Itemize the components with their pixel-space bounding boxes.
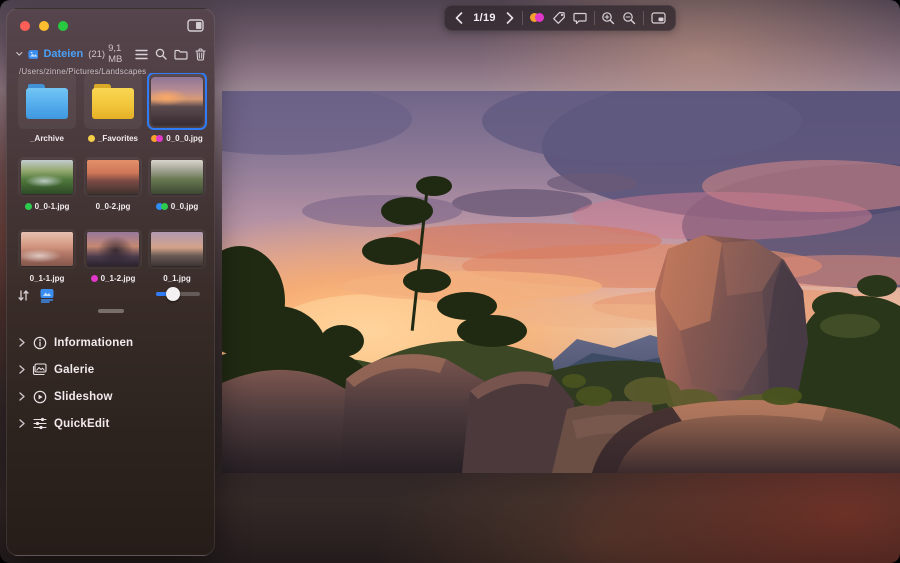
file-label: 0_1-1.jpg xyxy=(30,274,65,283)
image-thumbnail[interactable] xyxy=(84,229,142,269)
zoom-out-icon[interactable] xyxy=(622,10,636,26)
sidebar-panel: Dateien (21) 9,1 MB /Users/zinne/Picture… xyxy=(6,8,215,556)
slider-knob[interactable] xyxy=(166,287,180,301)
file-label: _Favorites xyxy=(98,134,138,143)
section-label: Galerie xyxy=(54,364,94,376)
image-thumbnail[interactable] xyxy=(18,229,76,269)
tag-dot xyxy=(91,275,98,282)
file-cell-selected[interactable]: 0_0_0.jpg xyxy=(148,73,206,144)
file-label: 0_0_0.jpg xyxy=(166,134,202,143)
thumbnail-size-slider[interactable] xyxy=(156,292,200,296)
chevron-right-icon[interactable] xyxy=(19,392,25,401)
panel-resize-handle[interactable] xyxy=(98,309,124,313)
files-header: Dateien (21) 9,1 MB xyxy=(16,46,206,62)
file-label: 0_0-2.jpg xyxy=(96,202,131,211)
section-label: Slideshow xyxy=(54,391,113,403)
file-cell[interactable]: 0_0-1.jpg xyxy=(18,157,76,212)
sidebar-sections: Informationen Galerie Slideshow QuickEdi… xyxy=(7,329,214,437)
image-thumbnail[interactable] xyxy=(148,157,206,197)
sort-icon[interactable] xyxy=(17,289,30,302)
folder-icon[interactable] xyxy=(174,49,188,60)
image-counter: 1/19 xyxy=(471,12,498,24)
file-cell[interactable]: 0_1-1.jpg xyxy=(18,229,76,283)
landscape-photo xyxy=(222,91,900,473)
sidebar-item-slideshow[interactable]: Slideshow xyxy=(7,383,214,410)
minimize-button[interactable] xyxy=(39,21,49,31)
pip-window-icon[interactable] xyxy=(651,10,666,26)
tag-dot xyxy=(88,135,95,142)
files-count: (21) xyxy=(88,49,105,60)
traffic-lights xyxy=(20,21,68,31)
files-size: 9,1 MB xyxy=(108,43,130,65)
color-tags-icon[interactable] xyxy=(530,10,545,26)
sidebar-item-galerie[interactable]: Galerie xyxy=(7,356,214,383)
zoom-in-icon[interactable] xyxy=(601,10,615,26)
slideshow-icon xyxy=(32,390,47,404)
gallery-icon xyxy=(32,363,47,376)
image-thumbnail[interactable] xyxy=(84,157,142,197)
comment-icon[interactable] xyxy=(573,10,587,26)
tag-dot xyxy=(25,203,32,210)
folder-thumbnail[interactable] xyxy=(84,73,142,129)
previous-image-button[interactable] xyxy=(454,10,464,26)
chevron-right-icon[interactable] xyxy=(19,338,25,347)
tag-dot xyxy=(161,203,168,210)
chevron-down-icon[interactable] xyxy=(16,51,23,57)
photo-canvas[interactable] xyxy=(222,91,900,473)
file-label: 0_1-2.jpg xyxy=(101,274,136,283)
sidebar-item-informationen[interactable]: Informationen xyxy=(7,329,214,356)
section-label: Informationen xyxy=(54,337,133,349)
tag-icon[interactable] xyxy=(552,10,566,26)
file-grid: _Archive _Favorites 0_0_0.jpg xyxy=(17,73,209,283)
toolbar-divider xyxy=(594,11,595,25)
list-icon[interactable] xyxy=(135,49,148,60)
zoom-button[interactable] xyxy=(58,21,68,31)
file-label: _Archive xyxy=(30,134,64,143)
files-controls xyxy=(17,285,204,305)
close-button[interactable] xyxy=(20,21,30,31)
info-icon xyxy=(32,336,47,350)
file-cell[interactable]: 0_0.jpg xyxy=(148,157,206,212)
file-cell[interactable]: _Archive xyxy=(18,73,76,144)
trash-icon[interactable] xyxy=(195,48,206,61)
files-title[interactable]: Dateien xyxy=(43,48,83,60)
file-label: 0_1.jpg xyxy=(163,274,191,283)
file-cell[interactable]: 0_0-2.jpg xyxy=(84,157,142,212)
app-window: 1/19 xyxy=(0,0,900,563)
folder-thumbnail[interactable] xyxy=(18,73,76,129)
sidebar-toggle-icon[interactable] xyxy=(186,18,204,33)
sidebar-item-quickedit[interactable]: QuickEdit xyxy=(7,410,214,437)
image-thumbnail[interactable] xyxy=(148,73,206,129)
toolbar-divider xyxy=(643,11,644,25)
floating-toolbar: 1/19 xyxy=(444,5,676,31)
magenta-tag-dot xyxy=(535,13,544,22)
file-label: 0_0-1.jpg xyxy=(35,202,70,211)
section-label: QuickEdit xyxy=(54,418,109,430)
file-cell[interactable]: _Favorites xyxy=(84,73,142,144)
files-app-icon xyxy=(28,48,39,61)
chevron-right-icon[interactable] xyxy=(19,419,25,428)
toolbar-divider xyxy=(522,11,523,25)
tag-dot xyxy=(156,135,163,142)
search-icon[interactable] xyxy=(155,48,167,60)
file-label: 0_0.jpg xyxy=(171,202,199,211)
chevron-right-icon[interactable] xyxy=(19,365,25,374)
thumbnail-view-icon[interactable] xyxy=(39,288,55,303)
file-cell[interactable]: 0_1-2.jpg xyxy=(84,229,142,283)
file-cell[interactable]: 0_1.jpg xyxy=(148,229,206,283)
image-thumbnail[interactable] xyxy=(148,229,206,269)
next-image-button[interactable] xyxy=(505,10,515,26)
quickedit-icon xyxy=(32,417,47,430)
image-thumbnail[interactable] xyxy=(18,157,76,197)
